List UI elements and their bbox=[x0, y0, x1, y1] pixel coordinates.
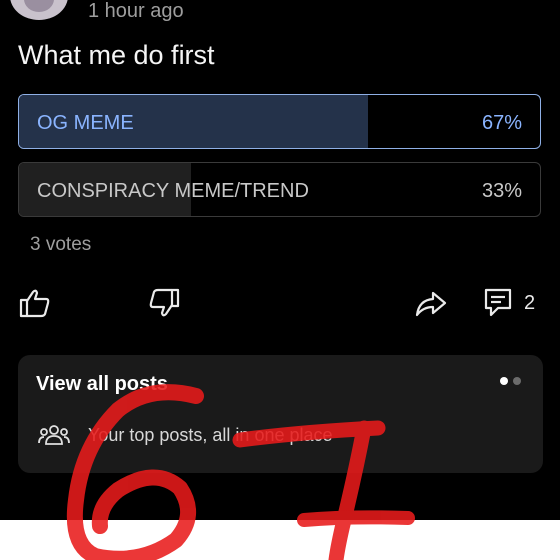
vote-count: 3 votes bbox=[30, 234, 92, 255]
card-subtitle: Your top posts, all in one place bbox=[88, 425, 333, 445]
poll-option-og-meme[interactable]: OG MEME 67% bbox=[18, 94, 541, 149]
handwritten-scribble-67 bbox=[66, 384, 415, 560]
thumbs-up-icon[interactable] bbox=[18, 286, 52, 320]
post-timestamp: 1 hour ago bbox=[88, 0, 184, 22]
avatar[interactable] bbox=[10, 0, 68, 20]
card-title: View all posts bbox=[36, 373, 168, 395]
poll-option-percent: 67% bbox=[481, 112, 522, 134]
pagination-dots bbox=[500, 377, 521, 385]
comment-count: 2 bbox=[524, 292, 536, 314]
comment-icon[interactable] bbox=[482, 286, 516, 320]
bottom-panel bbox=[0, 520, 560, 560]
pagination-dot-active bbox=[500, 377, 508, 385]
pagination-dot bbox=[513, 377, 521, 385]
poll-option-percent: 33% bbox=[481, 180, 522, 202]
view-all-posts-card[interactable]: View all posts Your top posts, all in on… bbox=[18, 355, 543, 473]
post-title: What me do first bbox=[18, 40, 215, 70]
thumbs-down-icon[interactable] bbox=[147, 286, 181, 320]
poll-option-conspiracy-meme[interactable]: CONSPIRACY MEME/TREND 33% bbox=[18, 162, 541, 217]
poll-option-label: CONSPIRACY MEME/TREND bbox=[37, 180, 309, 202]
people-icon bbox=[38, 423, 70, 447]
share-icon[interactable] bbox=[414, 286, 448, 320]
poll-option-label: OG MEME bbox=[37, 112, 134, 134]
